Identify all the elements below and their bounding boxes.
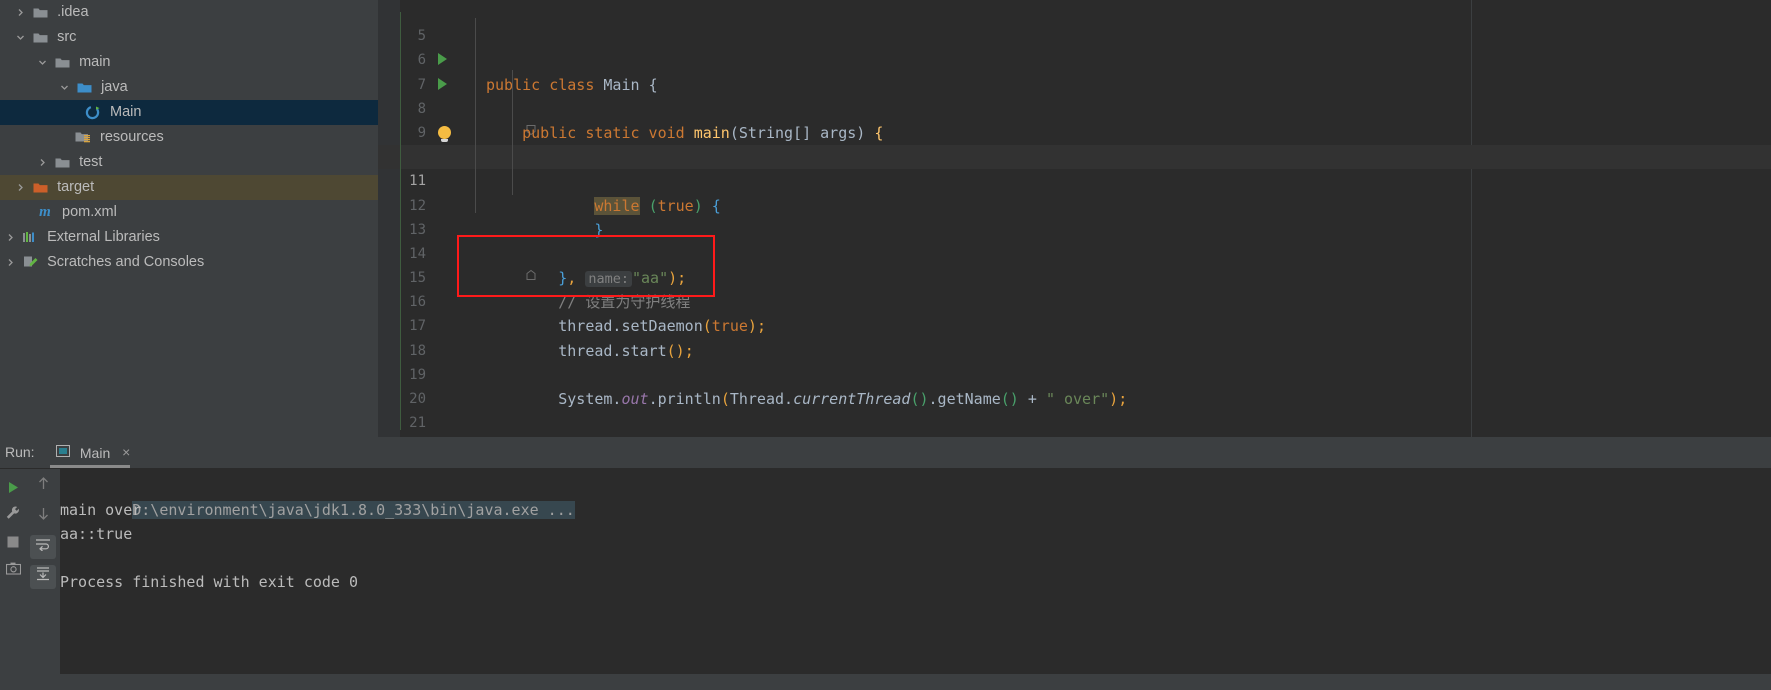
tree-item-main-folder[interactable]: main	[0, 50, 378, 75]
scroll-up-button[interactable]	[28, 472, 58, 502]
console-exit-line: Process finished with exit code 0	[60, 573, 359, 591]
code-line-current[interactable]: 11	[378, 145, 1771, 189]
code-line[interactable]: 9 System.out.println(Thread.currentThrea…	[378, 97, 1771, 166]
tree-item-idea[interactable]: .idea	[0, 0, 378, 25]
indent-guide	[475, 18, 476, 213]
soft-wrap-button[interactable]	[28, 532, 58, 562]
tree-item-src[interactable]: src	[0, 25, 378, 50]
code-line[interactable]: 18	[378, 314, 1771, 359]
chevron-right-icon[interactable]	[14, 175, 27, 200]
tree-item-main-class[interactable]: Main	[0, 100, 378, 125]
tree-item-external-libraries[interactable]: External Libraries	[0, 225, 378, 250]
scroll-to-end-button[interactable]	[28, 562, 58, 592]
code-line[interactable]: 14	[378, 218, 1771, 262]
maven-icon: m	[39, 204, 51, 220]
chevron-down-icon[interactable]	[14, 25, 27, 50]
folder-gray-icon	[53, 150, 71, 175]
code-line[interactable]: 12 }	[378, 169, 1771, 239]
code-editor[interactable]: 5 public class Main { 6 public static vo…	[378, 0, 1771, 456]
tree-item-label: Main	[110, 104, 142, 120]
chevron-right-icon[interactable]	[36, 150, 49, 175]
run-tab-label: Main	[79, 444, 111, 461]
status-bar	[0, 674, 1771, 682]
indent-guide	[400, 12, 401, 430]
code-line[interactable]: 16 thread.setDaemon(true);	[378, 266, 1771, 335]
tree-item-target[interactable]: target	[0, 175, 378, 200]
tree-item-java[interactable]: java	[0, 75, 378, 100]
code-line[interactable]: 5 public class Main {	[378, 0, 1771, 93]
tree-item-label: main	[79, 54, 111, 70]
stop-button[interactable]	[0, 530, 26, 557]
chevron-down-icon[interactable]	[36, 50, 49, 75]
java-class-icon	[84, 100, 102, 125]
run-tab-bar: Run: Main ×	[0, 437, 1771, 469]
tree-item-label: target	[57, 179, 95, 195]
code-line[interactable]: 10 while (true) {	[378, 121, 1771, 215]
project-tree-panel[interactable]: .idea src main java Main resources test …	[0, 0, 378, 497]
settings-wrench-icon[interactable]	[0, 503, 26, 530]
tree-item-label: External Libraries	[47, 229, 160, 245]
chevron-down-icon[interactable]	[58, 75, 71, 100]
console-command-text: D:\environment\java\jdk1.8.0_333\bin\jav…	[132, 501, 575, 519]
code-line[interactable]: 6 public static void main(String[] args)…	[378, 24, 1771, 142]
code-line[interactable]: 20 }	[378, 363, 1771, 456]
code-line[interactable]: 15 // 设置为守护线程	[378, 242, 1771, 311]
tree-item-label: .idea	[57, 4, 89, 20]
console-output-line: aa::true	[60, 525, 133, 543]
chevron-right-icon[interactable]	[14, 0, 27, 25]
folder-gray-icon	[53, 50, 71, 75]
console-output[interactable]: D:\environment\java\jdk1.8.0_333\bin\jav…	[60, 468, 1771, 682]
code-line[interactable]: 17 thread.start();	[378, 290, 1771, 359]
scroll-down-button[interactable]	[28, 502, 58, 532]
folder-gray-icon	[31, 0, 49, 25]
tree-item-pom-xml[interactable]: m pom.xml	[0, 200, 378, 225]
rerun-button[interactable]	[0, 476, 26, 503]
tree-item-label: src	[57, 29, 77, 45]
folder-gray-icon	[31, 25, 49, 50]
tree-item-test[interactable]: test	[0, 150, 378, 175]
folder-resources-icon	[74, 125, 92, 150]
scratches-icon	[21, 250, 39, 275]
tree-item-label: pom.xml	[62, 204, 117, 220]
code-line[interactable]: 19 System.out.println(Thread.currentThre…	[378, 339, 1771, 408]
run-toolbar-right[interactable]	[28, 468, 58, 686]
tree-item-scratches-and-consoles[interactable]: Scratches and Consoles	[0, 250, 378, 275]
code-line[interactable]: 22	[378, 411, 1771, 455]
chevron-right-icon[interactable]	[4, 225, 17, 250]
code-line[interactable]: 13 }, name: "aa");	[378, 194, 1771, 288]
run-tab-main[interactable]: Main ×	[48, 437, 138, 468]
tree-item-label: java	[101, 79, 128, 95]
folder-blue-icon	[75, 75, 93, 100]
tree-item-label: resources	[100, 129, 164, 145]
editor-lines[interactable]: 5 public class Main { 6 public static vo…	[378, 0, 1771, 456]
run-panel-label: Run:	[5, 444, 35, 460]
ide-window: .idea src main java Main resources test …	[0, 0, 1771, 682]
folder-orange-icon	[31, 175, 49, 200]
code-line[interactable]: 7	[378, 48, 1771, 93]
run-tool-window[interactable]: Run: Main × D:\environment\java\jdk1.8.0…	[0, 437, 1771, 682]
console-command-line: D:\environment\java\jdk1.8.0_333\bin\jav…	[60, 474, 1771, 519]
indent-guide	[512, 70, 513, 195]
libraries-icon	[21, 225, 39, 250]
chevron-right-icon[interactable]	[4, 250, 17, 275]
code-line[interactable]: 8 Thread thread = new Thread(() -> {	[378, 73, 1771, 166]
code-line[interactable]: 21 }	[378, 387, 1771, 456]
run-toolbar-left[interactable]	[0, 468, 26, 690]
screenshot-button[interactable]	[0, 557, 26, 584]
tree-item-resources[interactable]: resources	[0, 125, 378, 150]
tree-item-label: test	[79, 154, 103, 170]
close-icon[interactable]: ×	[122, 444, 130, 460]
tree-item-label: Scratches and Consoles	[47, 254, 205, 270]
